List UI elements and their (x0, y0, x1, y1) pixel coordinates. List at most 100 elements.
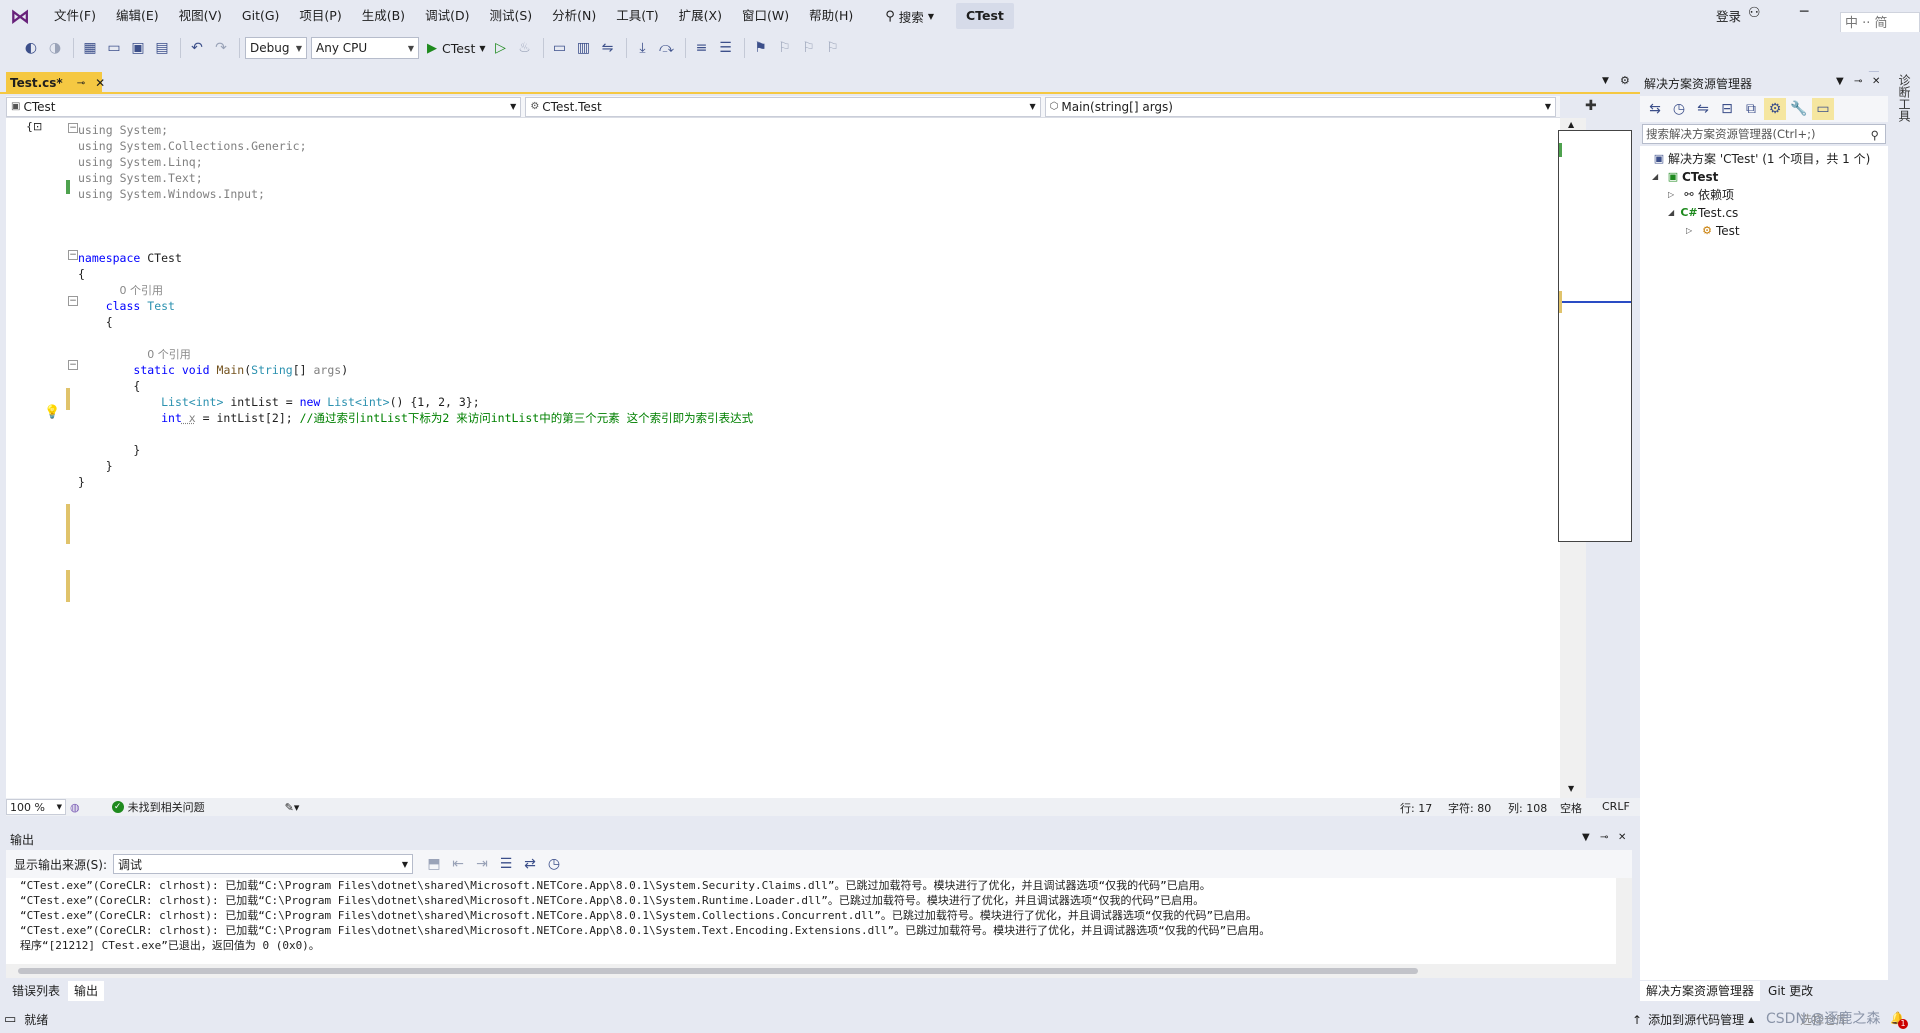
gear-icon[interactable]: ⚙ (1620, 74, 1630, 87)
clock-icon[interactable]: ◷ (543, 853, 565, 875)
add-to-source-control-button[interactable]: ↑ 添加到源代码管理 ▲ (1632, 1011, 1754, 1028)
undo-icon[interactable]: ↶ (186, 37, 208, 59)
next-message-icon[interactable]: ⇥ (471, 853, 493, 875)
tree-item-project[interactable]: ◢ ▣ CTest (1652, 168, 1718, 186)
menu-extensions[interactable]: 扩展(X) (669, 0, 732, 32)
step-into-icon[interactable]: ⤓ (632, 37, 654, 59)
lightbulb-icon[interactable]: 💡 (44, 405, 60, 420)
clear-all-icon[interactable]: ☰ (495, 853, 517, 875)
copilot-icon[interactable]: ◍ (70, 801, 80, 814)
navigate-forward-icon[interactable]: ◑ (44, 37, 66, 59)
pin-icon[interactable]: ⊸ (1600, 832, 1608, 843)
menu-git[interactable]: Git(G) (232, 0, 290, 32)
visual-studio-logo-icon[interactable]: ⋈ (10, 5, 32, 27)
menu-edit[interactable]: 编辑(E) (106, 0, 169, 32)
scroll-down-icon[interactable]: ▼ (1568, 784, 1574, 793)
browser-link-icon[interactable]: ▭ (549, 37, 571, 59)
menu-help[interactable]: 帮助(H) (799, 0, 863, 32)
bookmark-icon[interactable]: ⚑ (750, 37, 772, 59)
redo-icon[interactable]: ↷ (210, 37, 232, 59)
line-ending[interactable]: CRLF (1602, 800, 1630, 813)
search-icon[interactable]: ⚲ (1871, 126, 1879, 144)
collapse-region-icon[interactable]: − (68, 360, 78, 370)
hot-reload-icon[interactable]: ♨ (514, 37, 536, 59)
menu-project[interactable]: 项目(P) (289, 0, 351, 32)
menu-window[interactable]: 窗口(W) (732, 0, 799, 32)
collapse-region-icon[interactable]: − (68, 123, 78, 133)
collapse-region-icon[interactable]: − (68, 250, 78, 260)
cursor-column[interactable]: 列: 108 (1508, 800, 1547, 816)
indent-mode[interactable]: 空格 (1560, 800, 1582, 816)
pin-icon[interactable]: ⊸ (1854, 76, 1862, 87)
codelens-references[interactable]: 0 个引用 (147, 348, 191, 361)
tab-test-cs[interactable]: Test.cs* ⊸ ✕ (6, 72, 105, 94)
save-all-icon[interactable]: ▤ (151, 37, 173, 59)
quick-actions-icon[interactable]: {⊡ (26, 120, 42, 133)
collapsed-icon[interactable]: ▷ (1668, 186, 1680, 204)
sync-icon[interactable]: ⇋ (1692, 98, 1714, 120)
global-search-button[interactable]: ⚲ 搜索 ▼ (877, 4, 942, 28)
new-project-icon[interactable]: ▦ (79, 37, 101, 59)
member-dropdown[interactable]: ⬡ Main(string[] args) ▼ (1044, 96, 1556, 117)
menu-build[interactable]: 生成(B) (352, 0, 415, 32)
collapse-all-icon[interactable]: ⊟ (1716, 98, 1738, 120)
chevron-down-icon[interactable]: ▼ (1582, 832, 1590, 843)
tree-item-solution[interactable]: ▣ 解决方案 'CTest' (1 个项目，共 1 个) (1650, 150, 1871, 168)
expanded-icon[interactable]: ◢ (1668, 204, 1680, 222)
codelens-references[interactable]: 0 个引用 (120, 284, 164, 297)
scroll-up-icon[interactable]: ▲ (1568, 120, 1574, 129)
project-dropdown[interactable]: ▣ CTest ▼ (6, 96, 522, 117)
tree-item-dependencies[interactable]: ▷ ⚯ 依赖项 (1668, 186, 1734, 204)
minimize-window-icon[interactable]: ─ (1800, 4, 1808, 20)
type-dropdown[interactable]: ⚙ CTest.Test ▼ (525, 96, 1041, 117)
tab-output[interactable]: 输出 (68, 981, 105, 1001)
output-vertical-scrollbar[interactable] (1616, 878, 1632, 964)
properties-icon[interactable]: 🔧 (1788, 98, 1810, 120)
notification-area-icon[interactable]: ▭ (4, 1012, 16, 1027)
codelens-class[interactable]: 0 个引用 (78, 282, 753, 298)
output-source-select[interactable]: 调试 ▼ (113, 854, 414, 874)
output-horizontal-scrollbar[interactable] (6, 964, 1632, 978)
person-icon[interactable]: ⚇ (1748, 5, 1761, 21)
expanded-icon[interactable]: ◢ (1652, 168, 1664, 186)
solution-platform-select[interactable]: Any CPU ▼ (311, 37, 419, 59)
open-folder-icon[interactable]: ▭ (103, 37, 125, 59)
prev-message-icon[interactable]: ⇤ (447, 853, 469, 875)
navigate-back-icon[interactable]: ◐ (20, 37, 42, 59)
prev-bookmark-icon[interactable]: ⚐ (774, 37, 796, 59)
issues-indicator[interactable]: ✓ 未找到相关问题 (111, 799, 205, 815)
menu-file[interactable]: 文件(F) (44, 0, 106, 32)
tab-git-changes[interactable]: Git 更改 (1762, 981, 1819, 1001)
start-debugging-button[interactable]: ▶ CTest ▼ (423, 37, 490, 59)
solution-explorer-search[interactable]: 搜索解决方案资源管理器(Ctrl+;) ⚲ (1642, 124, 1886, 144)
menu-analyze[interactable]: 分析(N) (542, 0, 606, 32)
preview-icon[interactable]: ▭ (1812, 98, 1834, 120)
output-text[interactable]: “CTest.exe”(CoreCLR: clrhost): 已加载“C:\Pr… (6, 878, 1632, 964)
switch-views-icon[interactable]: ⇆ (1644, 98, 1666, 120)
login-link[interactable]: 登录 (1716, 6, 1741, 25)
close-icon[interactable]: ✕ (1618, 832, 1626, 843)
find-message-icon[interactable]: ⬒ (423, 853, 445, 875)
close-icon[interactable]: ✕ (1872, 76, 1880, 87)
code-editor[interactable]: {⊡ − − − − using System; using System.Co… (6, 118, 1560, 798)
cursor-char[interactable]: 字符: 80 (1448, 800, 1491, 816)
scroll-thumb[interactable] (18, 968, 1418, 974)
pin-icon[interactable]: ⊸ (77, 78, 85, 89)
history-icon[interactable]: ◷ (1668, 98, 1690, 120)
save-icon[interactable]: ▣ (127, 37, 149, 59)
cursor-line[interactable]: 行: 17 (1400, 800, 1432, 816)
clear-bookmarks-icon[interactable]: ⚐ (822, 37, 844, 59)
collapse-region-icon[interactable]: − (68, 296, 78, 306)
start-without-debugging-icon[interactable]: ▷ (490, 37, 512, 59)
outdent-icon[interactable]: ☰ (715, 37, 737, 59)
codelens-method[interactable]: 0 个引用 (78, 346, 753, 362)
menu-debug[interactable]: 调试(D) (415, 0, 479, 32)
tree-item-class[interactable]: ▷ ⚙ Test (1686, 222, 1740, 240)
code-cleanup-icon[interactable]: ⇋ (597, 37, 619, 59)
step-over-icon[interactable]: ⤼ (656, 37, 678, 59)
diagnostic-tools-tab[interactable]: 诊断工具 (1896, 74, 1913, 122)
tab-error-list[interactable]: 错误列表 (6, 981, 66, 1001)
code-minimap[interactable] (1558, 130, 1632, 542)
layout-icon[interactable]: ▥ (573, 37, 595, 59)
copy-icon[interactable]: ⧉ (1740, 98, 1762, 120)
